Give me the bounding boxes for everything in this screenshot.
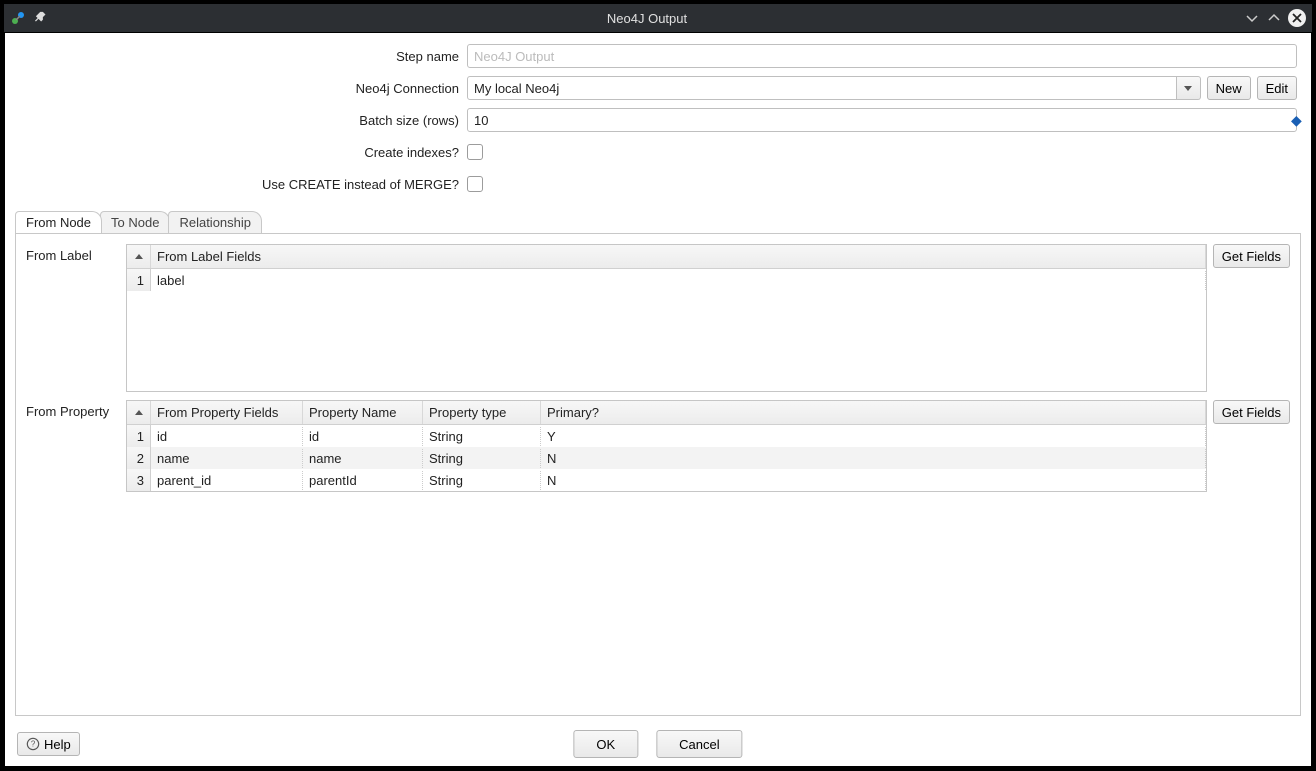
- row-number: 1: [127, 425, 151, 447]
- row-number: 3: [127, 469, 151, 491]
- cell-type[interactable]: String: [423, 449, 541, 468]
- from-label-section: From Label From Label Fields 1 label: [26, 244, 1290, 392]
- create-indexes-checkbox[interactable]: [467, 144, 483, 160]
- connection-edit-button[interactable]: Edit: [1257, 76, 1297, 100]
- sort-icon[interactable]: [127, 245, 151, 268]
- cell-name[interactable]: name: [303, 449, 423, 468]
- tab-from-node[interactable]: From Node: [15, 211, 102, 233]
- cell-label-field[interactable]: label: [151, 271, 1206, 290]
- table-row[interactable]: 1 label: [127, 269, 1206, 291]
- row-number: 1: [127, 269, 151, 291]
- help-button[interactable]: ? Help: [17, 732, 80, 756]
- step-name-input[interactable]: [467, 44, 1297, 68]
- header-property-fields[interactable]: From Property Fields: [151, 401, 303, 424]
- cell-field[interactable]: name: [151, 449, 303, 468]
- pin-icon[interactable]: [34, 10, 50, 26]
- help-label: Help: [44, 737, 71, 752]
- from-label-fields-header[interactable]: From Label Fields: [151, 245, 1206, 268]
- table-row[interactable]: 1 id id String Y: [127, 425, 1206, 447]
- connection-new-button[interactable]: New: [1207, 76, 1251, 100]
- row-number: 2: [127, 447, 151, 469]
- from-label-grid[interactable]: From Label Fields 1 label: [126, 244, 1207, 392]
- minimize-icon[interactable]: [1244, 10, 1260, 26]
- use-create-label: Use CREATE instead of MERGE?: [19, 177, 467, 192]
- dialog-window: Neo4J Output Step name Neo4j Connectio: [0, 0, 1316, 771]
- table-row[interactable]: 3 parent_id parentId String N: [127, 469, 1206, 491]
- tab-panel-from-node: From Label From Label Fields 1 label: [15, 233, 1301, 716]
- cell-name[interactable]: parentId: [303, 471, 423, 490]
- maximize-icon[interactable]: [1266, 10, 1282, 26]
- window-title: Neo4J Output: [50, 11, 1244, 26]
- create-indexes-label: Create indexes?: [19, 145, 467, 160]
- table-row[interactable]: 2 name name String N: [127, 447, 1206, 469]
- from-label-title: From Label: [26, 244, 118, 263]
- cancel-button[interactable]: Cancel: [656, 730, 742, 758]
- cell-primary[interactable]: N: [541, 449, 1206, 468]
- titlebar: Neo4J Output: [4, 4, 1312, 32]
- connection-combo[interactable]: [467, 76, 1201, 100]
- app-icon: [10, 10, 26, 26]
- from-label-grid-header: From Label Fields: [127, 245, 1206, 269]
- variable-icon[interactable]: ◆: [1291, 112, 1303, 124]
- tabs-bar: From Node To Node Relationship: [5, 209, 1311, 233]
- from-label-get-fields-button[interactable]: Get Fields: [1213, 244, 1290, 268]
- cell-primary[interactable]: N: [541, 471, 1206, 490]
- connection-dropdown-button[interactable]: [1177, 76, 1201, 100]
- header-property-type[interactable]: Property type: [423, 401, 541, 424]
- cell-type[interactable]: String: [423, 471, 541, 490]
- form-area: Step name Neo4j Connection New Edit Batc…: [5, 33, 1311, 209]
- tab-relationship[interactable]: Relationship: [168, 211, 262, 233]
- from-property-grid-header: From Property Fields Property Name Prope…: [127, 401, 1206, 425]
- cell-field[interactable]: id: [151, 427, 303, 446]
- dialog-footer: ? Help OK Cancel: [5, 722, 1311, 766]
- cell-field[interactable]: parent_id: [151, 471, 303, 490]
- close-icon[interactable]: [1288, 9, 1306, 27]
- batch-size-label: Batch size (rows): [19, 113, 467, 128]
- header-primary[interactable]: Primary?: [541, 401, 1206, 424]
- from-property-section: From Property From Property Fields Prope…: [26, 400, 1290, 705]
- dialog-body: Step name Neo4j Connection New Edit Batc…: [4, 32, 1312, 767]
- from-property-get-fields-button[interactable]: Get Fields: [1213, 400, 1290, 424]
- svg-text:?: ?: [31, 740, 36, 749]
- sort-icon[interactable]: [127, 401, 151, 424]
- cell-primary[interactable]: Y: [541, 427, 1206, 446]
- header-property-name[interactable]: Property Name: [303, 401, 423, 424]
- from-property-grid[interactable]: From Property Fields Property Name Prope…: [126, 400, 1207, 492]
- step-name-label: Step name: [19, 49, 467, 64]
- connection-input[interactable]: [467, 76, 1177, 100]
- cell-name[interactable]: id: [303, 427, 423, 446]
- use-create-checkbox[interactable]: [467, 176, 483, 192]
- connection-label: Neo4j Connection: [19, 81, 467, 96]
- ok-button[interactable]: OK: [573, 730, 638, 758]
- help-icon: ?: [26, 737, 40, 751]
- batch-size-input[interactable]: [467, 108, 1297, 132]
- from-property-title: From Property: [26, 400, 118, 419]
- cell-type[interactable]: String: [423, 427, 541, 446]
- tab-to-node[interactable]: To Node: [100, 211, 170, 233]
